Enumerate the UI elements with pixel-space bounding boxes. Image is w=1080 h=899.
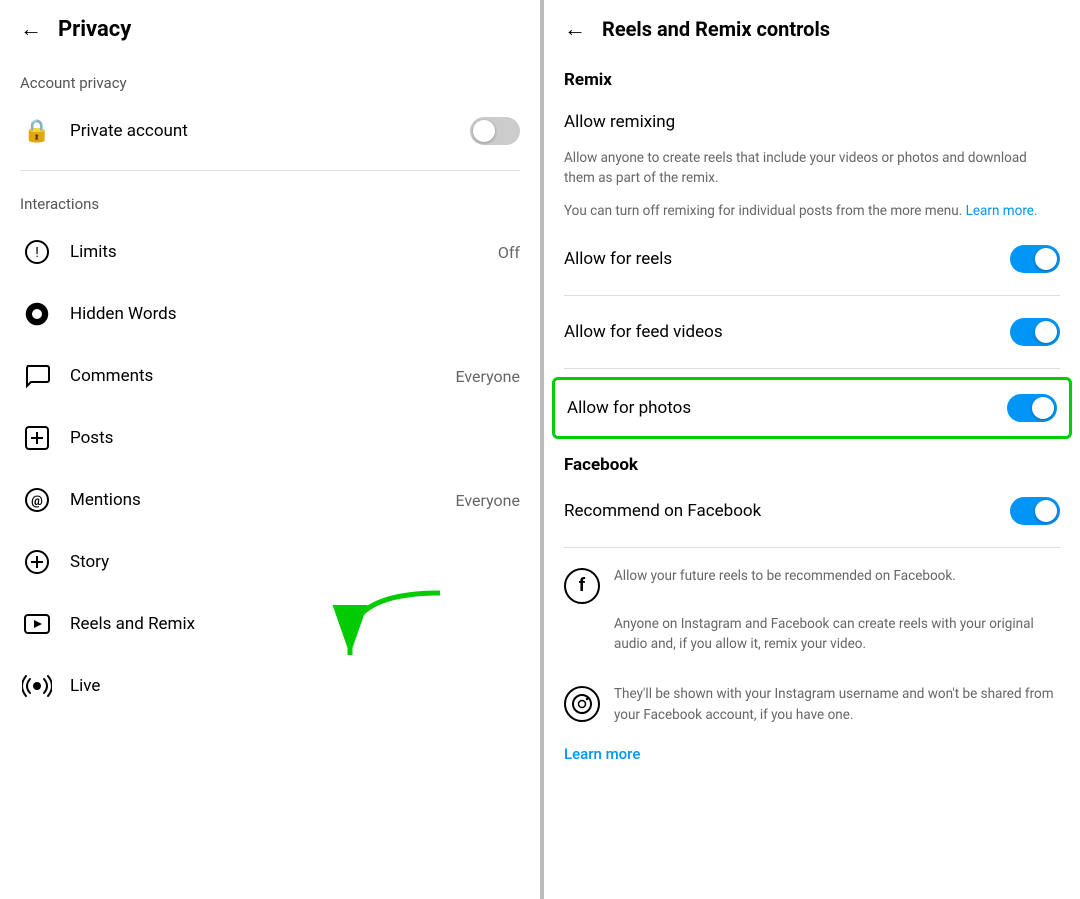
posts-icon: [20, 421, 54, 455]
limits-value: Off: [498, 243, 520, 262]
story-item[interactable]: Story: [0, 531, 540, 593]
mentions-icon: @: [20, 483, 54, 517]
comments-icon: [20, 359, 54, 393]
divider-1: [20, 170, 520, 171]
left-panel: ← Privacy Account privacy 🔒 Private acco…: [0, 0, 540, 899]
allow-photos-label: Allow for photos: [567, 398, 691, 418]
limits-label: Limits: [70, 242, 117, 262]
allow-photos-row: Allow for photos: [552, 377, 1072, 439]
live-item[interactable]: Live: [0, 655, 540, 717]
instagram-icon-row: They'll be shown with your Instagram use…: [544, 674, 1080, 735]
learn-more-inline-link[interactable]: Learn more.: [966, 203, 1038, 219]
facebook-icon-row: f Allow your future reels to be recommen…: [544, 556, 1080, 614]
mentions-value: Everyone: [456, 491, 520, 510]
recommend-facebook-label: Recommend on Facebook: [564, 501, 761, 521]
recommend-facebook-toggle-knob: [1035, 500, 1057, 522]
right-panel: ← Reels and Remix controls Remix Allow r…: [544, 0, 1080, 899]
hidden-words-icon: [20, 297, 54, 331]
story-icon: [20, 545, 54, 579]
interactions-label: Interactions: [0, 179, 540, 221]
right-back-button[interactable]: ←: [564, 16, 586, 42]
instagram-desc: They'll be shown with your Instagram use…: [614, 684, 1060, 725]
facebook-desc2-row: Anyone on Instagram and Facebook can cre…: [544, 614, 1080, 665]
private-account-toggle[interactable]: [470, 117, 520, 145]
comments-item[interactable]: Comments Everyone: [0, 345, 540, 407]
story-content: Story: [70, 552, 520, 572]
allow-reels-toggle[interactable]: [1010, 245, 1060, 273]
mentions-item[interactable]: @ Mentions Everyone: [0, 469, 540, 531]
allow-remixing-row: Allow remixing: [544, 98, 1080, 146]
allow-photos-toggle[interactable]: [1007, 394, 1057, 422]
allow-feed-videos-row: Allow for feed videos: [544, 304, 1080, 360]
reels-remix-label: Reels and Remix: [70, 614, 195, 634]
left-title: Privacy: [58, 17, 131, 42]
allow-remixing-desc2-container: You can turn off remixing for individual…: [544, 199, 1080, 231]
right-header: ← Reels and Remix controls: [544, 0, 1080, 58]
allow-photos-toggle-knob: [1032, 397, 1054, 419]
story-label: Story: [70, 552, 109, 572]
live-content: Live: [70, 676, 520, 696]
remix-section-label: Remix: [544, 58, 1080, 98]
recommend-facebook-toggle[interactable]: [1010, 497, 1060, 525]
posts-content: Posts: [70, 428, 520, 448]
reels-remix-wrapper: Reels and Remix: [0, 593, 540, 655]
private-account-content: Private account: [70, 117, 520, 145]
mentions-content: Mentions Everyone: [70, 490, 520, 510]
allow-feed-videos-toggle-knob: [1035, 321, 1057, 343]
comments-label: Comments: [70, 366, 153, 386]
limits-content: Limits Off: [70, 242, 520, 262]
facebook-section-label: Facebook: [544, 443, 1080, 483]
reels-icon: [20, 607, 54, 641]
allow-remixing-label: Allow remixing: [564, 112, 675, 132]
hidden-words-item[interactable]: Hidden Words: [0, 283, 540, 345]
reels-remix-item[interactable]: Reels and Remix: [0, 593, 540, 655]
recommend-facebook-row: Recommend on Facebook: [544, 483, 1080, 539]
divider-feed-videos: [564, 368, 1060, 369]
right-title: Reels and Remix controls: [602, 17, 830, 41]
svg-text:@: @: [31, 494, 43, 509]
instagram-icon: [564, 686, 600, 722]
allow-remixing-desc2-text: You can turn off remixing for individual…: [564, 203, 962, 219]
hidden-words-content: Hidden Words: [70, 304, 520, 324]
divider-reels: [564, 295, 1060, 296]
comments-content: Comments Everyone: [70, 366, 520, 386]
svg-text:!: !: [35, 245, 39, 261]
posts-label: Posts: [70, 428, 113, 448]
allow-reels-label: Allow for reels: [564, 249, 672, 269]
live-label: Live: [70, 676, 100, 696]
comments-value: Everyone: [456, 367, 520, 386]
allow-feed-videos-label: Allow for feed videos: [564, 322, 723, 342]
limits-item[interactable]: ! Limits Off: [0, 221, 540, 283]
posts-item[interactable]: Posts: [0, 407, 540, 469]
hidden-words-label: Hidden Words: [70, 304, 177, 324]
private-account-label: Private account: [70, 121, 188, 141]
reels-remix-content: Reels and Remix: [70, 614, 520, 634]
allow-reels-row: Allow for reels: [544, 231, 1080, 287]
lock-icon: 🔒: [20, 114, 54, 148]
allow-remixing-desc1: Allow anyone to create reels that includ…: [544, 146, 1080, 199]
facebook-icon: f: [564, 568, 600, 604]
learn-more-bottom-link[interactable]: Learn more: [544, 735, 660, 773]
allow-reels-toggle-knob: [1035, 248, 1057, 270]
limits-icon: !: [20, 235, 54, 269]
facebook-desc1: Allow your future reels to be recommende…: [614, 566, 956, 586]
mentions-label: Mentions: [70, 490, 141, 510]
facebook-desc2: Anyone on Instagram and Facebook can cre…: [614, 614, 1060, 655]
divider-facebook: [564, 547, 1060, 548]
live-icon: [20, 669, 54, 703]
toggle-knob: [473, 120, 495, 142]
private-account-item[interactable]: 🔒 Private account: [0, 100, 540, 162]
left-back-button[interactable]: ←: [20, 16, 42, 42]
allow-feed-videos-toggle[interactable]: [1010, 318, 1060, 346]
left-header: ← Privacy: [0, 0, 540, 58]
account-privacy-label: Account privacy: [0, 58, 540, 100]
